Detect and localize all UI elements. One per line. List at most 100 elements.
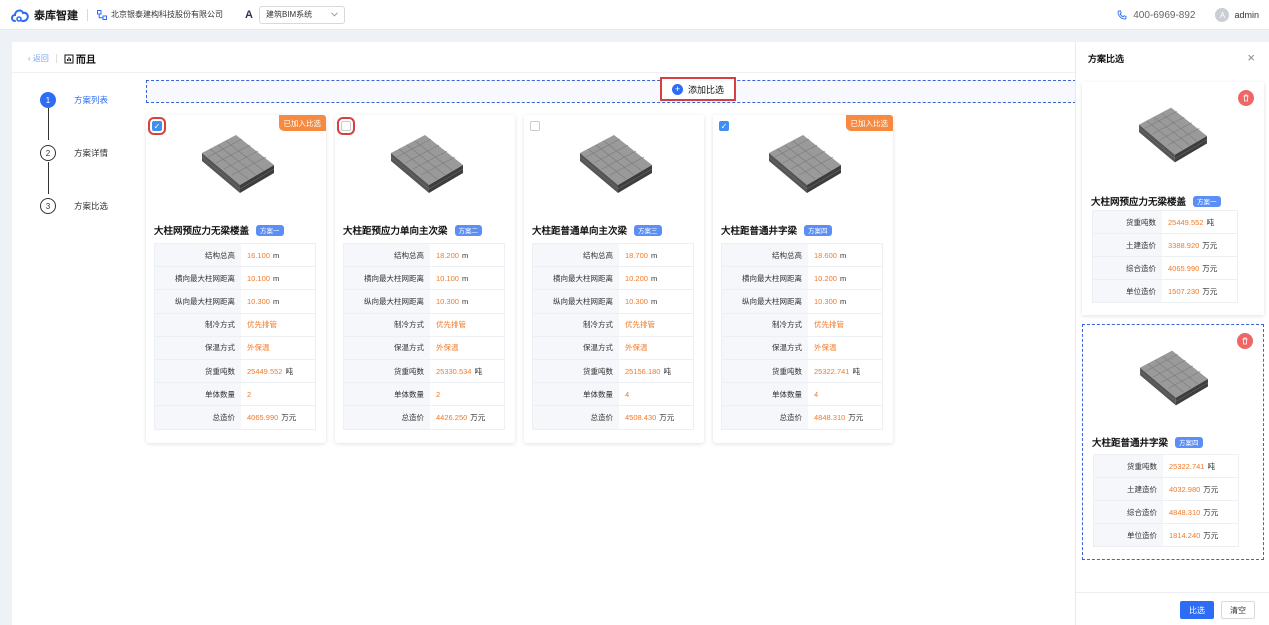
step-3[interactable]: 3 方案比选	[40, 196, 140, 216]
row-value: 4508.430	[625, 412, 657, 422]
scheme-checkbox[interactable]	[530, 121, 540, 131]
row-key: 结构总高	[344, 244, 430, 267]
table-row: 总造价 4508.430 万元	[533, 406, 693, 430]
table-row: 保温方式 外保温	[155, 336, 315, 360]
phone-icon	[1117, 10, 1127, 20]
row-value: 18.700	[625, 250, 648, 260]
added-tag: 已加入比选	[845, 115, 893, 131]
table-row: 横向最大柱网距离 10.100 m	[155, 267, 315, 291]
row-value: 优先排管	[814, 320, 844, 330]
scheme-card[interactable]: ✓ 已加入比选 大柱距普通井字梁 方案四 结构总高 18.600 m 横向最大柱网距离 10.2…	[713, 115, 893, 443]
scheme-title: 大柱网预应力无梁楼盖 方案一	[1091, 194, 1221, 208]
add-compare-button[interactable]: + 添加比选	[660, 77, 736, 101]
row-unit: m	[461, 273, 469, 283]
row-value-cell: 10.300 m	[241, 290, 315, 312]
table-row: 横向最大柱网距离 10.200 m	[533, 267, 693, 291]
row-key: 单体数量	[533, 383, 619, 406]
row-value: 优先排管	[247, 320, 277, 330]
step-2[interactable]: 2 方案详情	[40, 143, 140, 163]
row-value: 25156.180	[625, 366, 661, 376]
row-key: 制冷方式	[155, 313, 241, 336]
scheme-table: 结构总高 18.600 m 横向最大柱网距离 10.200 m 纵向最大柱网距离 10.300…	[721, 243, 883, 430]
row-value: 4	[814, 389, 819, 399]
row-value-cell: 4848.310 万元	[808, 406, 882, 428]
company-switch[interactable]: 北京银泰建构科技股份有限公司	[97, 9, 223, 20]
row-unit: 万元	[1202, 263, 1218, 273]
scheme-table: 结构总高 18.200 m 横向最大柱网距离 10.100 m 纵向最大柱网距离 10.300…	[343, 243, 505, 430]
row-value: 18.200	[436, 250, 459, 260]
compare-item[interactable]: 大柱网预应力无梁楼盖 方案一 货重吨数 25449.552 吨土建造价 3388.920 万…	[1082, 82, 1264, 315]
username[interactable]: admin	[1234, 10, 1259, 20]
row-key: 保温方式	[155, 336, 241, 359]
add-compare-bar[interactable]: + 添加比选	[146, 77, 1076, 103]
scheme-card[interactable]: ✓ 已加入比选 大柱网预应力无梁楼盖 方案一 结构总高 16.100 m 横向最大柱网距离 10…	[146, 115, 326, 443]
cloud-logo-icon	[11, 9, 29, 22]
system-switch[interactable]: A 建筑BIM系统	[245, 5, 345, 24]
scheme-checkbox[interactable]: ✓	[148, 117, 166, 135]
step-number: 3	[40, 198, 56, 214]
row-value-cell: 10.100 m	[241, 267, 315, 289]
row-unit: m	[650, 250, 658, 260]
table-row: 单体数量 4	[722, 383, 882, 407]
row-value: 2	[436, 389, 441, 399]
scheme-card[interactable]: 大柱距普通单向主次梁 方案三 结构总高 18.700 m 横向最大柱网距离 10.200 m 纵…	[524, 115, 704, 443]
row-value: 18.600	[814, 250, 837, 260]
row-value: 3388.920	[1168, 240, 1200, 250]
added-tag: 已加入比选	[278, 115, 326, 131]
system-select[interactable]: 建筑BIM系统	[258, 5, 345, 24]
table-row: 单位造价 1814.240 万元	[1094, 524, 1238, 547]
close-icon[interactable]: ×	[1247, 50, 1255, 65]
row-key: 总造价	[155, 406, 241, 429]
divider	[12, 72, 1075, 73]
table-row: 结构总高 18.700 m	[533, 244, 693, 268]
row-value-cell: 10.300 m	[808, 290, 882, 312]
row-value-cell: 10.200 m	[808, 267, 882, 289]
row-unit: m	[839, 250, 847, 260]
row-unit: m	[839, 296, 847, 306]
delete-icon[interactable]	[1238, 90, 1254, 106]
building-model-image	[1138, 107, 1208, 163]
row-key: 纵向最大柱网距离	[344, 290, 430, 313]
table-row: 保温方式 外保温	[722, 336, 882, 360]
row-value-cell: 优先排管	[619, 314, 693, 336]
scheme-card[interactable]: 大柱距预应力单向主次梁 方案二 结构总高 18.200 m 横向最大柱网距离 10.100 m…	[335, 115, 515, 443]
row-unit: m	[272, 296, 280, 306]
row-unit: 吨	[474, 366, 482, 376]
table-row: 保温方式 外保温	[533, 336, 693, 360]
back-link[interactable]: ‹ 返回	[28, 53, 49, 64]
table-row: 货重吨数 25322.741 吨	[1094, 455, 1238, 478]
row-value: 10.300	[814, 296, 837, 306]
delete-icon[interactable]	[1237, 333, 1253, 349]
table-row: 货重吨数 25449.552 吨	[155, 359, 315, 384]
scheme-name: 大柱网预应力无梁楼盖	[1091, 197, 1187, 208]
row-unit: 万元	[848, 412, 864, 422]
row-key: 制冷方式	[533, 313, 619, 336]
row-unit: 万元	[1202, 240, 1218, 250]
phone-contact[interactable]: 400-6969-892	[1117, 10, 1195, 21]
scheme-badge: 方案四	[804, 224, 832, 236]
logo[interactable]: 泰库智建	[10, 7, 78, 23]
table-row: 结构总高 16.100 m	[155, 244, 315, 268]
row-unit: 万元	[659, 412, 675, 422]
clear-button[interactable]: 清空	[1221, 601, 1255, 619]
scheme-checkbox[interactable]	[337, 117, 355, 135]
row-value-cell: 4065.990 万元	[241, 406, 315, 428]
compare-table: 货重吨数 25322.741 吨土建造价 4032.980 万元 综合造价 4848.310…	[1093, 454, 1239, 547]
row-unit: 万元	[1203, 484, 1219, 494]
avatar[interactable]: A	[1215, 8, 1230, 22]
step-number: 1	[40, 92, 56, 108]
row-unit: 万元	[470, 412, 486, 422]
row-value-cell: 2	[430, 383, 504, 405]
compare-button[interactable]: 比选	[1180, 601, 1214, 619]
step-connector	[47, 108, 49, 140]
step-label: 方案比选	[74, 201, 109, 211]
row-value-cell: 25156.180 吨	[619, 360, 693, 382]
top-bar: 泰库智建 北京银泰建构科技股份有限公司 A 建筑BIM系统 400-6969-8…	[0, 0, 1269, 30]
row-value-cell: 1814.240 万元	[1163, 524, 1238, 546]
panel-footer: 比选 清空	[1076, 592, 1269, 625]
compare-item[interactable]: 大柱距普通井字梁 方案四 货重吨数 25322.741 吨土建造价 4032.980 万元综…	[1082, 324, 1264, 560]
step-label: 方案详情	[74, 148, 109, 158]
step-1[interactable]: 1 方案列表	[40, 90, 140, 110]
scheme-checkbox[interactable]: ✓	[719, 121, 729, 131]
row-value-cell: 25322.741 吨	[1163, 455, 1238, 477]
